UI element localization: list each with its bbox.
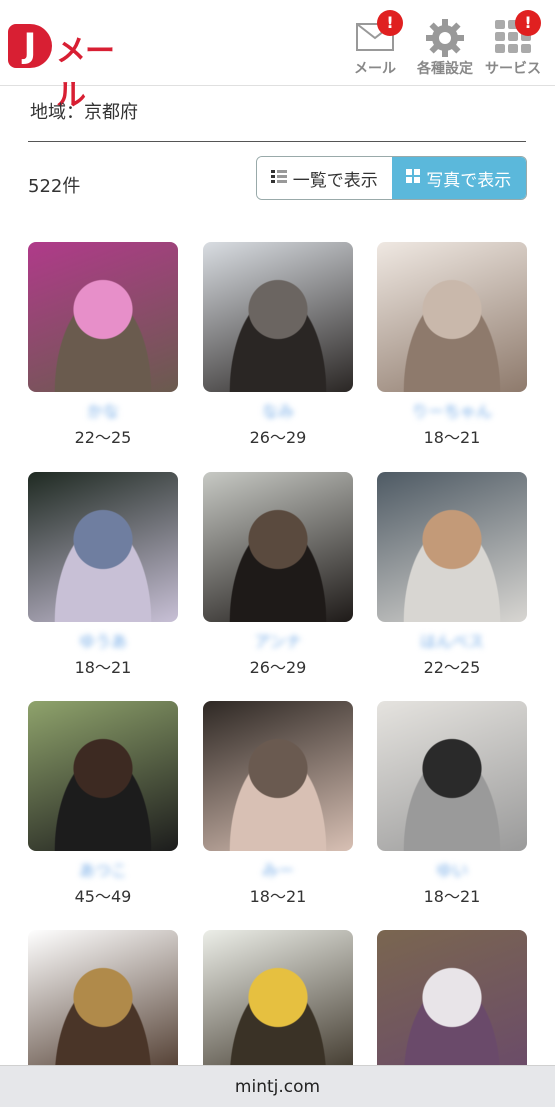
profile-age: 18〜21 <box>423 887 481 906</box>
photo-view-button[interactable]: 写真で表示 <box>391 157 526 199</box>
profile-photo[interactable] <box>28 701 178 851</box>
profile-photo[interactable] <box>377 701 527 851</box>
list-view-button[interactable]: 一覧で表示 <box>257 157 392 199</box>
grid-view-icon <box>406 168 421 188</box>
jmail-logo[interactable]: J メール <box>8 24 138 113</box>
services-label: サービス <box>485 61 541 77</box>
profile-age: 18〜21 <box>423 428 481 447</box>
profile-card[interactable]: ゆい 18〜21 <box>377 701 527 907</box>
profile-photo[interactable] <box>203 472 353 622</box>
divider <box>28 141 526 142</box>
app-header: J メール ! メール 各種設定 ! サービス <box>0 0 555 113</box>
list-view-label: 一覧で表示 <box>292 170 378 191</box>
profile-age: 26〜29 <box>249 658 307 677</box>
profile-age: 45〜49 <box>74 887 132 906</box>
profile-name[interactable]: はんべス <box>377 628 527 651</box>
profile-photo[interactable] <box>377 472 527 622</box>
profile-card[interactable]: りーちゃん 18〜21 <box>377 242 527 448</box>
profile-age: 18〜21 <box>249 887 307 906</box>
profile-name[interactable]: あつこ <box>28 857 178 880</box>
mail-button[interactable]: ! メール <box>340 10 410 80</box>
photo-view-label: 写真で表示 <box>426 170 512 191</box>
profile-photo[interactable] <box>203 701 353 851</box>
services-button[interactable]: ! サービス <box>478 10 548 80</box>
list-icon <box>270 168 287 188</box>
gear-icon <box>425 18 465 57</box>
services-badge: ! <box>515 10 541 36</box>
grid-icon: ! <box>493 10 541 54</box>
profile-card[interactable]: アンナ 26〜29 <box>203 472 353 678</box>
mail-badge: ! <box>377 10 403 36</box>
profile-age: 26〜29 <box>249 428 307 447</box>
profile-name[interactable]: ゆうあ <box>28 628 178 651</box>
profile-photo[interactable] <box>377 242 527 392</box>
profile-photo[interactable] <box>377 930 527 1080</box>
profile-card[interactable]: なみ 26〜29 <box>203 242 353 448</box>
profile-name[interactable]: りーちゃん <box>377 398 527 421</box>
region-label: 地域：京都府 <box>30 102 138 123</box>
profile-photo[interactable] <box>28 242 178 392</box>
mail-icon: ! <box>355 10 403 54</box>
settings-button[interactable]: 各種設定 <box>410 14 480 80</box>
result-count: 522件 <box>28 176 81 197</box>
profile-photo[interactable] <box>203 242 353 392</box>
profile-card[interactable]: みー 18〜21 <box>203 701 353 907</box>
profile-age: 18〜21 <box>74 658 132 677</box>
profile-age: 22〜25 <box>74 428 132 447</box>
mail-label: メール <box>354 61 396 77</box>
profile-photo[interactable] <box>28 930 178 1080</box>
profile-name[interactable]: アンナ <box>203 628 353 651</box>
view-toggle: 一覧で表示 写真で表示 <box>256 156 527 200</box>
profile-name[interactable]: かな <box>28 398 178 421</box>
profile-card[interactable]: はんべス 22〜25 <box>377 472 527 678</box>
profile-name[interactable]: なみ <box>203 398 353 421</box>
profile-card[interactable]: かな 22〜25 <box>28 242 178 448</box>
logo-mark: J <box>8 24 52 68</box>
profile-name[interactable]: みー <box>203 857 353 880</box>
profile-name[interactable]: ゆい <box>377 857 527 880</box>
browser-url-bar[interactable]: mintj.com <box>0 1065 555 1107</box>
profile-card[interactable]: あつこ 45〜49 <box>28 701 178 907</box>
profile-photo[interactable] <box>28 472 178 622</box>
profile-card[interactable]: ゆうあ 18〜21 <box>28 472 178 678</box>
profile-age: 22〜25 <box>423 658 481 677</box>
settings-label: 各種設定 <box>417 61 473 77</box>
profile-photo[interactable] <box>203 930 353 1080</box>
